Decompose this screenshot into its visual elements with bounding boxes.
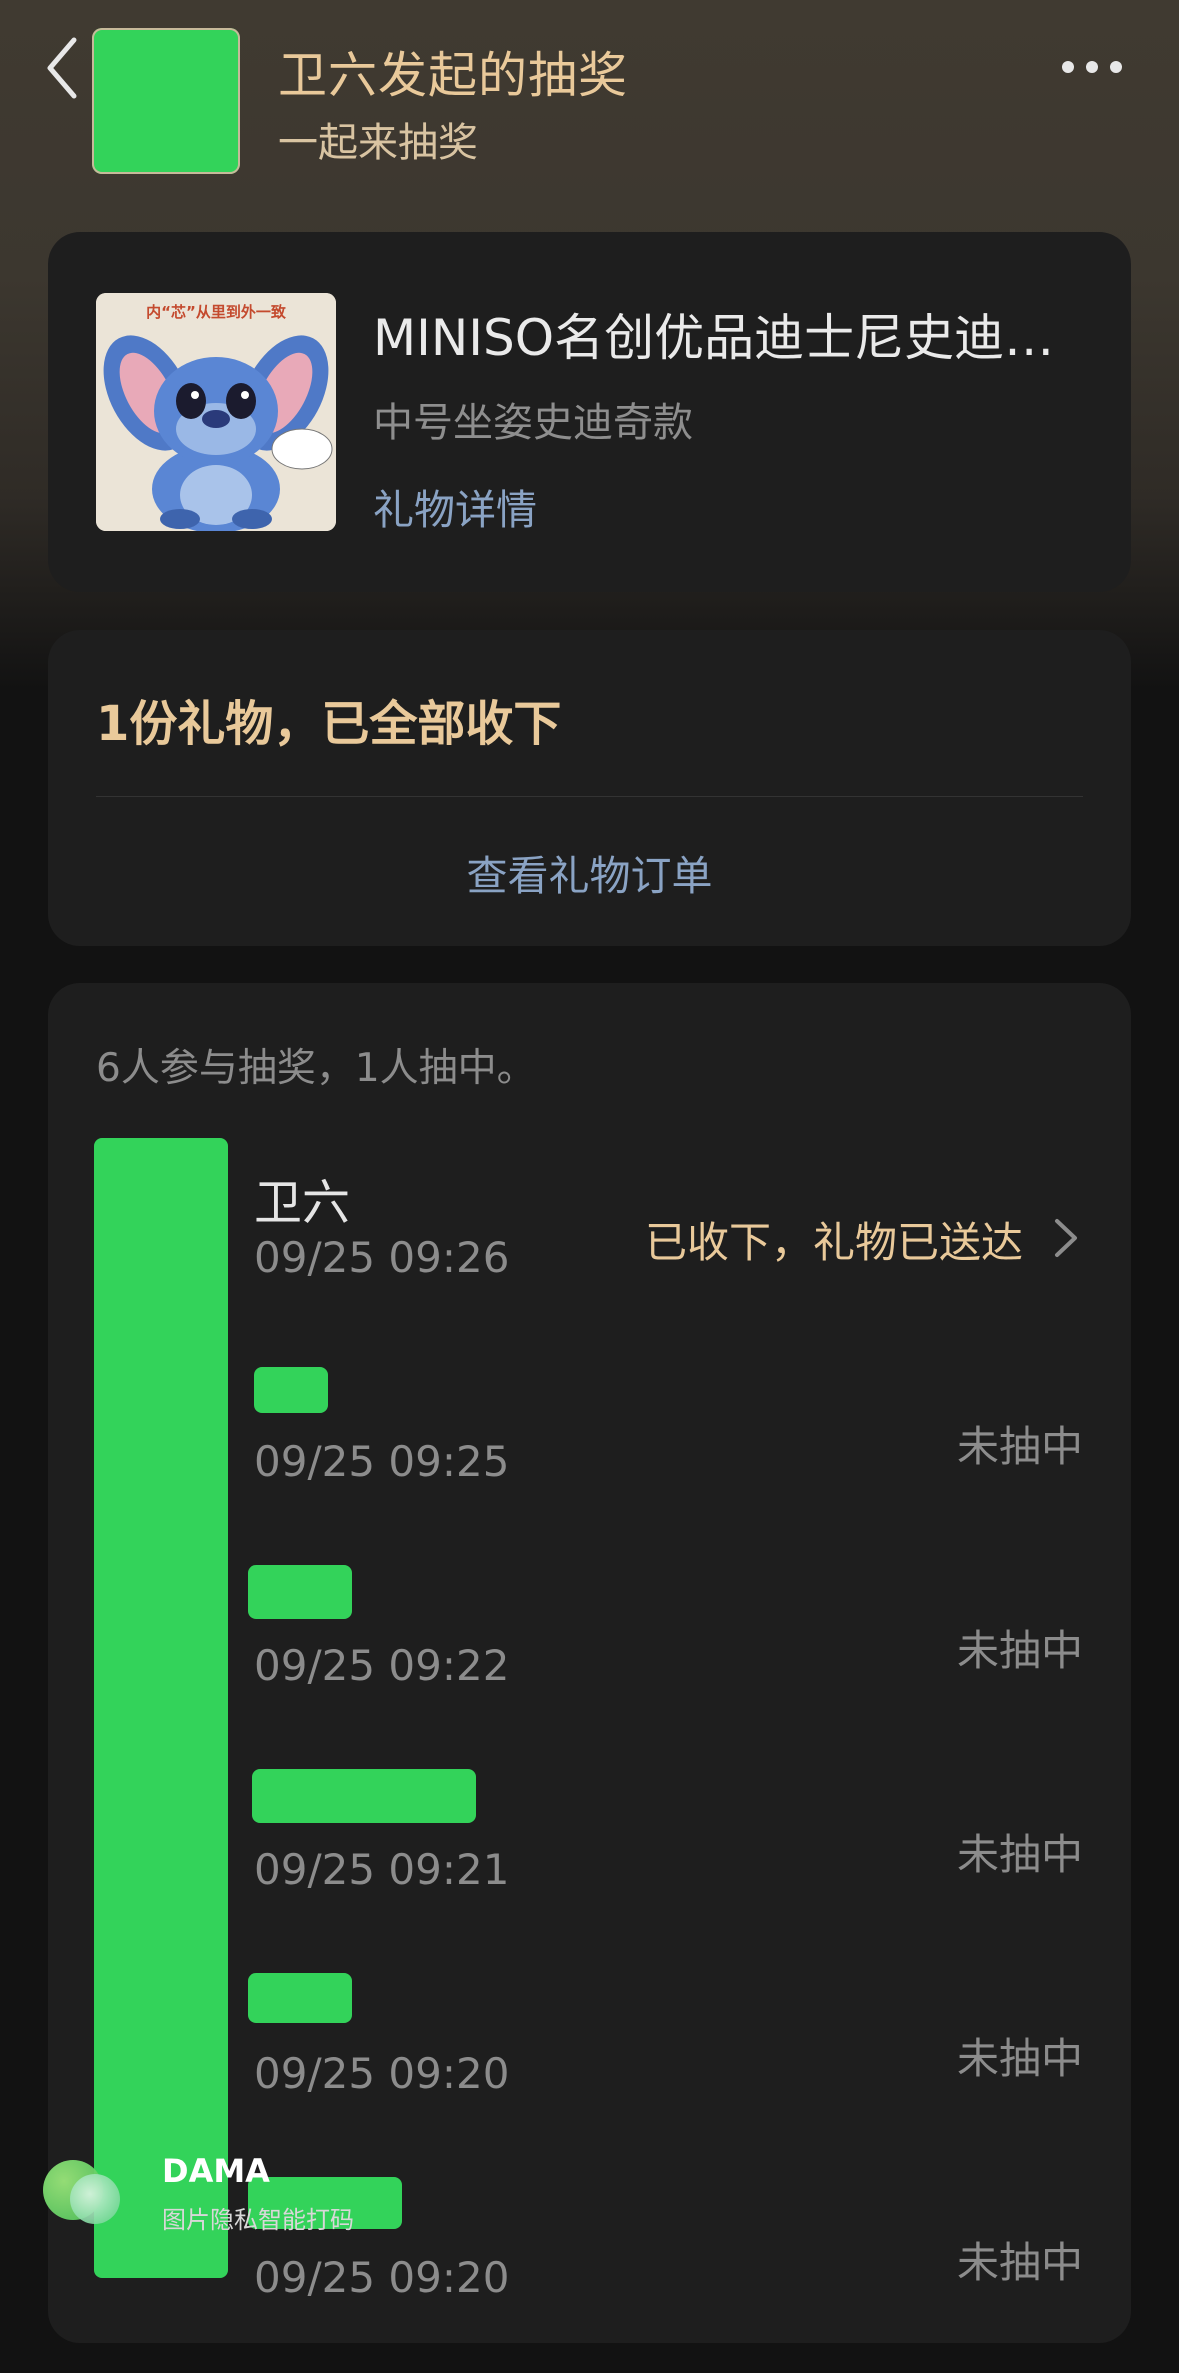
participant-row[interactable]: 09/25 09:20 未抽中 (48, 1973, 1131, 2169)
participant-time: 09/25 09:21 (254, 1845, 510, 1894)
participant-name-mask (254, 1367, 328, 1413)
gift-variant: 中号坐姿史迪奇款 (373, 400, 693, 446)
participant-row[interactable]: 09/25 09:25 未抽中 (48, 1367, 1131, 1557)
participant-status: 已收下，礼物已送达 (644, 1218, 1023, 1267)
participant-time: 09/25 09:20 (254, 2049, 510, 2098)
participant-time: 09/25 09:25 (254, 1437, 510, 1486)
more-button[interactable] (1058, 52, 1126, 82)
divider (96, 796, 1083, 797)
plush-toy-image (96, 293, 336, 531)
participant-time: 09/25 09:22 (254, 1641, 510, 1690)
participant-status: 未抽中 (956, 2034, 1083, 2083)
participant-name-mask (252, 1769, 476, 1823)
gift-card[interactable]: 内“芯”从里到外一致 MINISO名创优品迪士尼史迪… 中号坐姿史迪奇款 礼物详… (48, 232, 1131, 592)
participant-time: 09/25 09:26 (254, 1233, 510, 1282)
participant-status: 未抽中 (956, 1422, 1083, 1471)
group-avatar[interactable] (92, 28, 240, 174)
gift-status-text: 1份礼物，已全部收下 (96, 696, 562, 752)
chevron-left-icon (47, 37, 77, 99)
participant-name-mask (248, 1973, 352, 2023)
status-card: 1份礼物，已全部收下 查看礼物订单 (48, 630, 1131, 946)
participant-name: 卫六 (254, 1175, 351, 1231)
participant-status: 未抽中 (956, 2238, 1083, 2287)
participant-row[interactable]: 卫六 09/25 09:26 已收下，礼物已送达 (48, 1163, 1131, 1353)
participants-summary: 6人参与抽奖，1人抽中。 (96, 1046, 536, 1091)
participant-status: 未抽中 (956, 1626, 1083, 1675)
gift-detail-link[interactable]: 礼物详情 (373, 476, 537, 536)
watermark-logo-overlay (70, 2174, 120, 2224)
participant-status: 未抽中 (956, 1830, 1083, 1879)
participant-row[interactable]: 09/25 09:22 未抽中 (48, 1565, 1131, 1761)
participants-card: 6人参与抽奖，1人抽中。 卫六 09/25 09:26 已收下，礼物已送达 09… (48, 983, 1131, 2343)
gift-image[interactable]: 内“芯”从里到外一致 (96, 293, 336, 531)
watermark: DAMA 图片隐私智能打码 (40, 2150, 400, 2240)
page-subtitle: 一起来抽奖 (278, 120, 478, 166)
back-button[interactable] (38, 34, 88, 104)
page-title: 卫六发起的抽奖 (278, 47, 629, 104)
more-dots-icon (1062, 61, 1122, 73)
gift-name: MINISO名创优品迪士尼史迪… (373, 309, 1055, 367)
chevron-right-icon (1055, 1219, 1077, 1257)
participant-name-mask (248, 1565, 352, 1619)
watermark-title: DAMA (162, 2152, 270, 2190)
participant-row[interactable]: 09/25 09:21 未抽中 (48, 1769, 1131, 1965)
watermark-subtitle: 图片隐私智能打码 (162, 2206, 354, 2234)
view-order-link[interactable]: 查看礼物订单 (48, 842, 1131, 902)
participant-time: 09/25 09:20 (254, 2253, 510, 2302)
gift-image-caption: 内“芯”从里到外一致 (146, 303, 286, 321)
